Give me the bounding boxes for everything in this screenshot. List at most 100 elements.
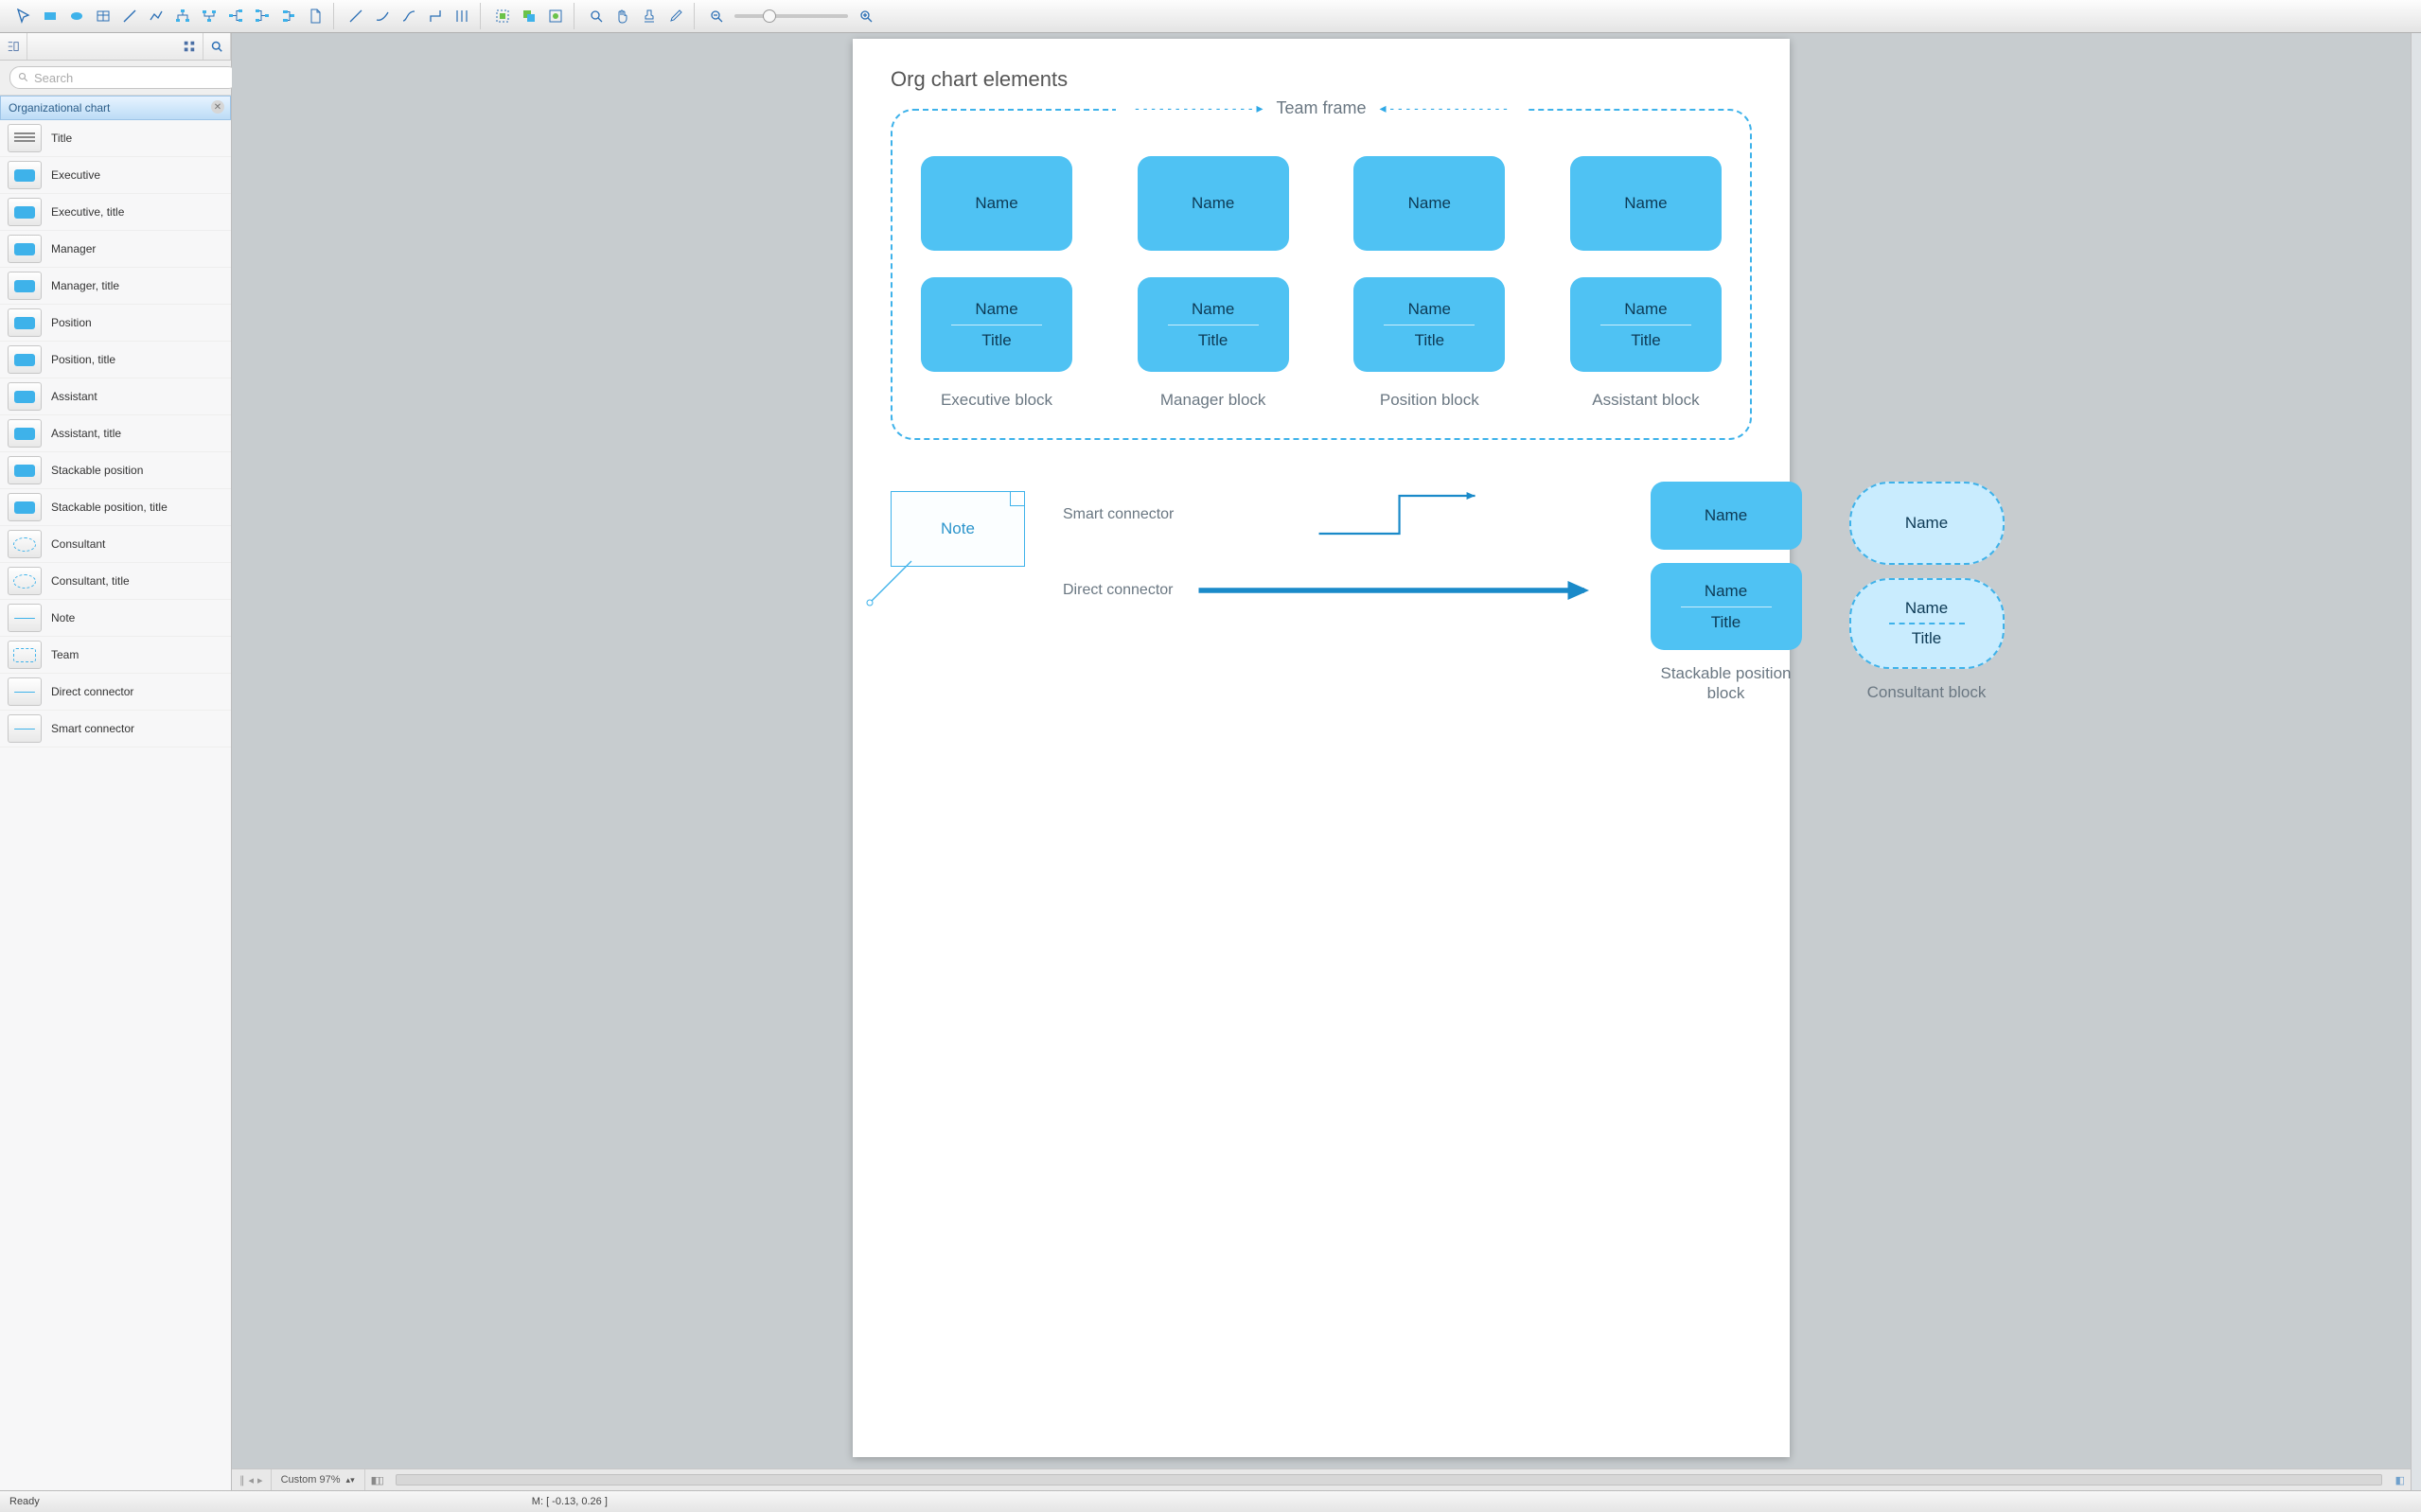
zoom-in-icon[interactable] [854, 4, 878, 28]
grp2-icon[interactable] [517, 4, 541, 28]
arrow-right-icon: - - - - - - - - - - - - - - - ▸ [1135, 100, 1263, 116]
sidebar-item-direct-connector[interactable]: Direct connector [0, 674, 231, 711]
sidebar-item-manager-title[interactable]: Manager, title [0, 268, 231, 305]
page-pager: ∥ ◂ ▸ [232, 1469, 272, 1490]
sidebar-item-assistant-title[interactable]: Assistant, title [0, 415, 231, 452]
tree1-icon[interactable] [170, 4, 195, 28]
table-icon[interactable] [91, 4, 115, 28]
shape-thumb-icon [8, 714, 42, 743]
sidebar-item-smart-connector[interactable]: Smart connector [0, 711, 231, 747]
page-title: Org chart elements [891, 67, 1752, 92]
sidebar-item-team[interactable]: Team [0, 637, 231, 674]
stackable-name-block[interactable]: Name [1651, 482, 1802, 550]
rect-icon[interactable] [38, 4, 62, 28]
manager-name-block[interactable]: Name [1138, 156, 1289, 251]
sidebar-list: TitleExecutiveExecutive, titleManagerMan… [0, 120, 231, 1490]
pager-pause-icon[interactable]: ∥ [239, 1474, 245, 1486]
shape-thumb-icon [8, 124, 42, 152]
assistant-title-block[interactable]: NameTitle [1570, 277, 1722, 372]
drawing-page[interactable]: Org chart elements - - - - - - - - - - -… [853, 39, 1790, 1457]
canvas-scroll[interactable]: Org chart elements - - - - - - - - - - -… [232, 33, 2411, 1468]
sidebar-item-stackable-position-title[interactable]: Stackable position, title [0, 489, 231, 526]
tree4-icon[interactable] [250, 4, 274, 28]
ellipse-icon[interactable] [64, 4, 89, 28]
direct-connector[interactable] [1187, 567, 1613, 614]
tool-group-shapes [6, 3, 334, 29]
assistant-name-block[interactable]: Name [1570, 156, 1722, 251]
status-bar: Ready M: [ -0.13, 0.26 ] [0, 1490, 2421, 1512]
sidebar-item-manager[interactable]: Manager [0, 231, 231, 268]
eyedrop-icon[interactable] [663, 4, 688, 28]
sidebar-item-assistant[interactable]: Assistant [0, 378, 231, 415]
search-input[interactable]: Search [9, 66, 239, 89]
position-title-block[interactable]: NameTitle [1353, 277, 1505, 372]
sidebar-item-executive-title[interactable]: Executive, title [0, 194, 231, 231]
executive-title-block[interactable]: NameTitle [921, 277, 1072, 372]
line-icon[interactable] [117, 4, 142, 28]
tree2-icon[interactable] [197, 4, 221, 28]
zoom-out-icon[interactable] [704, 4, 729, 28]
position-name-block[interactable]: Name [1353, 156, 1505, 251]
shape-thumb-icon [8, 456, 42, 484]
conn3-icon[interactable] [397, 4, 421, 28]
connectors-column: Smart connector Direct connector [1063, 482, 1613, 614]
pager-prev-icon[interactable]: ◂ [249, 1474, 255, 1486]
shape-thumb-icon [8, 161, 42, 189]
library-tree-icon[interactable] [0, 33, 27, 60]
corner-widget-icon[interactable]: ◧ [2390, 1474, 2411, 1486]
shape-thumb-icon [8, 604, 42, 632]
zoomfit-icon[interactable] [584, 4, 609, 28]
pager-next-icon[interactable]: ▸ [257, 1474, 263, 1486]
sidebar-item-executive[interactable]: Executive [0, 157, 231, 194]
smart-connector[interactable] [1187, 491, 1612, 538]
sidebar-item-position-title[interactable]: Position, title [0, 342, 231, 378]
pointer-icon[interactable] [11, 4, 36, 28]
sidebar-item-label: Position [51, 316, 92, 329]
grp3-icon[interactable] [543, 4, 568, 28]
row-name-blocks: Name Name Name Name [921, 156, 1722, 251]
row-title-blocks: NameTitle NameTitle NameTitle NameTitle [921, 277, 1722, 372]
sidebar-item-consultant-title[interactable]: Consultant, title [0, 563, 231, 600]
executive-name-block[interactable]: Name [921, 156, 1072, 251]
stackable-title-block[interactable]: NameTitle [1651, 563, 1802, 650]
hand-icon[interactable] [610, 4, 635, 28]
sidebar-item-label: Team [51, 648, 79, 661]
tree5-icon[interactable] [276, 4, 301, 28]
tree3-icon[interactable] [223, 4, 248, 28]
conn5-icon[interactable] [450, 4, 474, 28]
grp1-icon[interactable] [490, 4, 515, 28]
polyline-icon[interactable] [144, 4, 168, 28]
conn1-icon[interactable] [344, 4, 368, 28]
zoom-label[interactable]: Custom 97% ▴▾ [272, 1469, 365, 1490]
hscrollbar[interactable] [396, 1474, 2382, 1486]
direct-connector-row: Direct connector [1063, 567, 1613, 614]
sidebar-item-consultant[interactable]: Consultant [0, 526, 231, 563]
sidebar-item-position[interactable]: Position [0, 305, 231, 342]
sidebar-section-header[interactable]: Organizational chart ✕ [0, 96, 231, 120]
page-icon[interactable] [303, 4, 327, 28]
shape-thumb-icon [8, 382, 42, 411]
zoom-slider[interactable] [734, 14, 848, 18]
consultant-name-block[interactable]: Name [1849, 482, 2005, 565]
sidebar-item-label: Note [51, 611, 75, 624]
sidebar-item-note[interactable]: Note [0, 600, 231, 637]
tool-group-view [578, 3, 695, 29]
sidebar-item-label: Position, title [51, 353, 115, 366]
zoom-stepper-icon[interactable]: ▴▾ [346, 1476, 355, 1484]
conn2-icon[interactable] [370, 4, 395, 28]
conn4-icon[interactable] [423, 4, 448, 28]
shape-thumb-icon [8, 235, 42, 263]
sidebar-item-label: Assistant, title [51, 427, 121, 440]
close-icon[interactable]: ✕ [211, 100, 224, 114]
sidebar-item-label: Stackable position [51, 464, 143, 477]
stamp-icon[interactable] [637, 4, 662, 28]
list-view-icon[interactable] [203, 33, 231, 60]
view-split-icon[interactable]: ▮▯▯ [365, 1474, 388, 1486]
manager-title-block[interactable]: NameTitle [1138, 277, 1289, 372]
sidebar-item-title[interactable]: Title [0, 120, 231, 157]
consultant-title-block[interactable]: NameTitle [1849, 578, 2005, 669]
team-frame[interactable]: - - - - - - - - - - - - - - - ▸ Team fra… [891, 109, 1752, 440]
sidebar-item-stackable-position[interactable]: Stackable position [0, 452, 231, 489]
grid-view-icon[interactable] [176, 33, 203, 60]
note-leader [864, 552, 921, 608]
